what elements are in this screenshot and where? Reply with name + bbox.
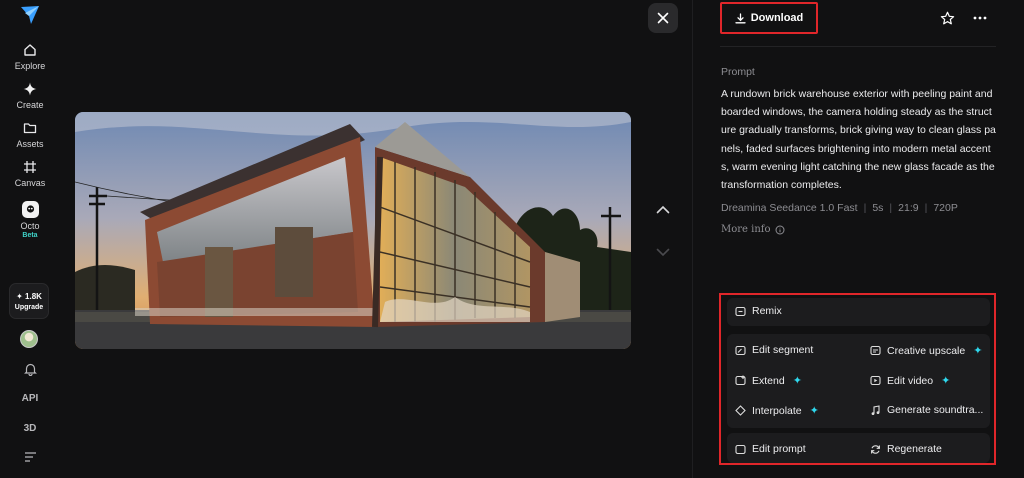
- extend-icon: [734, 375, 746, 387]
- sparkle-accent-icon: ✦: [941, 375, 951, 387]
- sidebar-item-assets[interactable]: Assets: [0, 120, 60, 149]
- meta-separator: |: [863, 202, 867, 214]
- refresh-icon: [869, 443, 881, 455]
- sidebar-item-create[interactable]: Create: [0, 81, 60, 110]
- notifications-button[interactable]: [0, 362, 60, 379]
- model-name: Dreamina Seedance 1.0 Fast: [721, 202, 858, 214]
- canvas-icon: [22, 159, 38, 175]
- edit-prompt-button[interactable]: Edit prompt: [734, 443, 806, 455]
- meta-separator: |: [889, 202, 893, 214]
- sparkle-accent-icon: ✦: [809, 405, 819, 417]
- remix-icon: [734, 305, 746, 317]
- aspect-ratio-value: 21:9: [898, 202, 919, 214]
- upgrade-label: Upgrade: [14, 303, 44, 311]
- interpolate-button[interactable]: Interpolate ✦: [734, 404, 819, 417]
- sidebar-item-octo[interactable]: Octo Beta: [0, 201, 60, 239]
- sidebar-item-label: Explore: [14, 61, 46, 71]
- regenerate-label: Regenerate: [887, 443, 942, 455]
- info-icon: [775, 225, 784, 234]
- sidebar-item-label: Assets: [16, 139, 44, 149]
- 3d-button[interactable]: 3D: [0, 423, 60, 434]
- interpolate-label: Interpolate: [752, 404, 802, 417]
- upgrade-button[interactable]: ✦ 1.8K Upgrade: [9, 283, 49, 319]
- sidebar-item-label: Create: [16, 100, 44, 110]
- menu-button[interactable]: [0, 451, 60, 466]
- sidebar-item-label: Octo: [20, 221, 40, 231]
- sidebar-item-label: Canvas: [14, 178, 46, 188]
- sidebar-item-canvas[interactable]: Canvas: [0, 159, 60, 188]
- upscale-icon: [869, 345, 881, 357]
- edit-video-button[interactable]: Edit video ✦: [869, 374, 950, 387]
- remix-label: Remix: [752, 305, 782, 317]
- close-icon: [657, 12, 669, 24]
- edit-prompt-icon: [734, 443, 746, 455]
- download-label: Download: [750, 12, 804, 24]
- extend-button[interactable]: Extend ✦: [734, 374, 802, 387]
- more-options-button[interactable]: [970, 8, 990, 28]
- generate-soundtrack-label: Generate soundtra...: [887, 404, 984, 416]
- edit-segment-label: Edit segment: [752, 344, 814, 356]
- home-icon: [22, 42, 38, 58]
- edit-video-label: Edit video: [887, 374, 934, 387]
- app-window: Explore Create Assets Canvas Octo Beta ✦…: [0, 0, 1024, 478]
- left-sidebar: Explore Create Assets Canvas Octo Beta ✦…: [0, 0, 60, 478]
- sparkle-icon: [22, 81, 38, 97]
- more-info-label: More info: [721, 224, 771, 235]
- beta-badge: Beta: [22, 232, 38, 239]
- octo-icon: [21, 201, 39, 218]
- chevron-up-icon: [656, 205, 670, 213]
- media-viewer: [60, 0, 692, 478]
- menu-icon: [24, 452, 36, 462]
- chevron-down-icon: [656, 248, 670, 256]
- edit-video-icon: [869, 375, 881, 387]
- edit-segment-button[interactable]: Edit segment: [734, 344, 813, 356]
- prompt-label: Prompt: [721, 66, 755, 78]
- edit-segment-icon: [734, 344, 746, 356]
- avatar[interactable]: [20, 330, 38, 348]
- generated-video-preview[interactable]: [75, 112, 631, 349]
- extend-label: Extend: [752, 374, 785, 387]
- star-icon: [940, 11, 954, 24]
- creative-upscale-label: Creative upscale: [887, 344, 966, 357]
- app-logo-icon[interactable]: [19, 4, 41, 26]
- more-info-link[interactable]: More info: [721, 224, 785, 235]
- api-button[interactable]: API: [0, 393, 60, 404]
- sparkle-accent-icon: ✦: [792, 375, 802, 387]
- interpolate-icon: [734, 405, 746, 417]
- more-horizontal-icon: [973, 16, 987, 20]
- download-button[interactable]: Download: [720, 2, 818, 34]
- sidebar-item-explore[interactable]: Explore: [0, 42, 60, 71]
- next-item-button[interactable]: [653, 242, 673, 262]
- details-panel: Download Prompt A rundown brick warehous…: [693, 0, 1024, 478]
- duration-value: 5s: [872, 202, 884, 214]
- resolution-value: 720P: [933, 202, 958, 214]
- edit-prompt-label: Edit prompt: [752, 443, 806, 455]
- music-note-icon: [869, 404, 881, 416]
- credits-value: 1.8K: [25, 291, 42, 301]
- credits-count: ✦ 1.8K: [16, 291, 42, 301]
- favorite-button[interactable]: [937, 8, 957, 28]
- download-icon: [735, 12, 746, 23]
- remix-button[interactable]: Remix: [734, 305, 782, 317]
- previous-item-button[interactable]: [653, 199, 673, 219]
- meta-separator: |: [924, 202, 928, 214]
- generation-metadata: Dreamina Seedance 1.0 Fast | 5s | 21:9 |…: [721, 202, 958, 214]
- prompt-text: A rundown brick warehouse exterior with …: [721, 88, 996, 192]
- header-divider: [720, 46, 996, 47]
- creative-upscale-button[interactable]: Creative upscale ✦: [869, 344, 982, 357]
- sparkle-accent-icon: ✦: [973, 345, 983, 357]
- generate-soundtrack-button[interactable]: Generate soundtra...: [869, 404, 983, 416]
- bell-icon: [23, 363, 37, 377]
- actions-panel: Remix Edit segment Creative upscale ✦ Ex…: [719, 293, 996, 465]
- close-button[interactable]: [648, 3, 678, 33]
- regenerate-button[interactable]: Regenerate: [869, 443, 942, 455]
- folder-icon: [22, 120, 38, 136]
